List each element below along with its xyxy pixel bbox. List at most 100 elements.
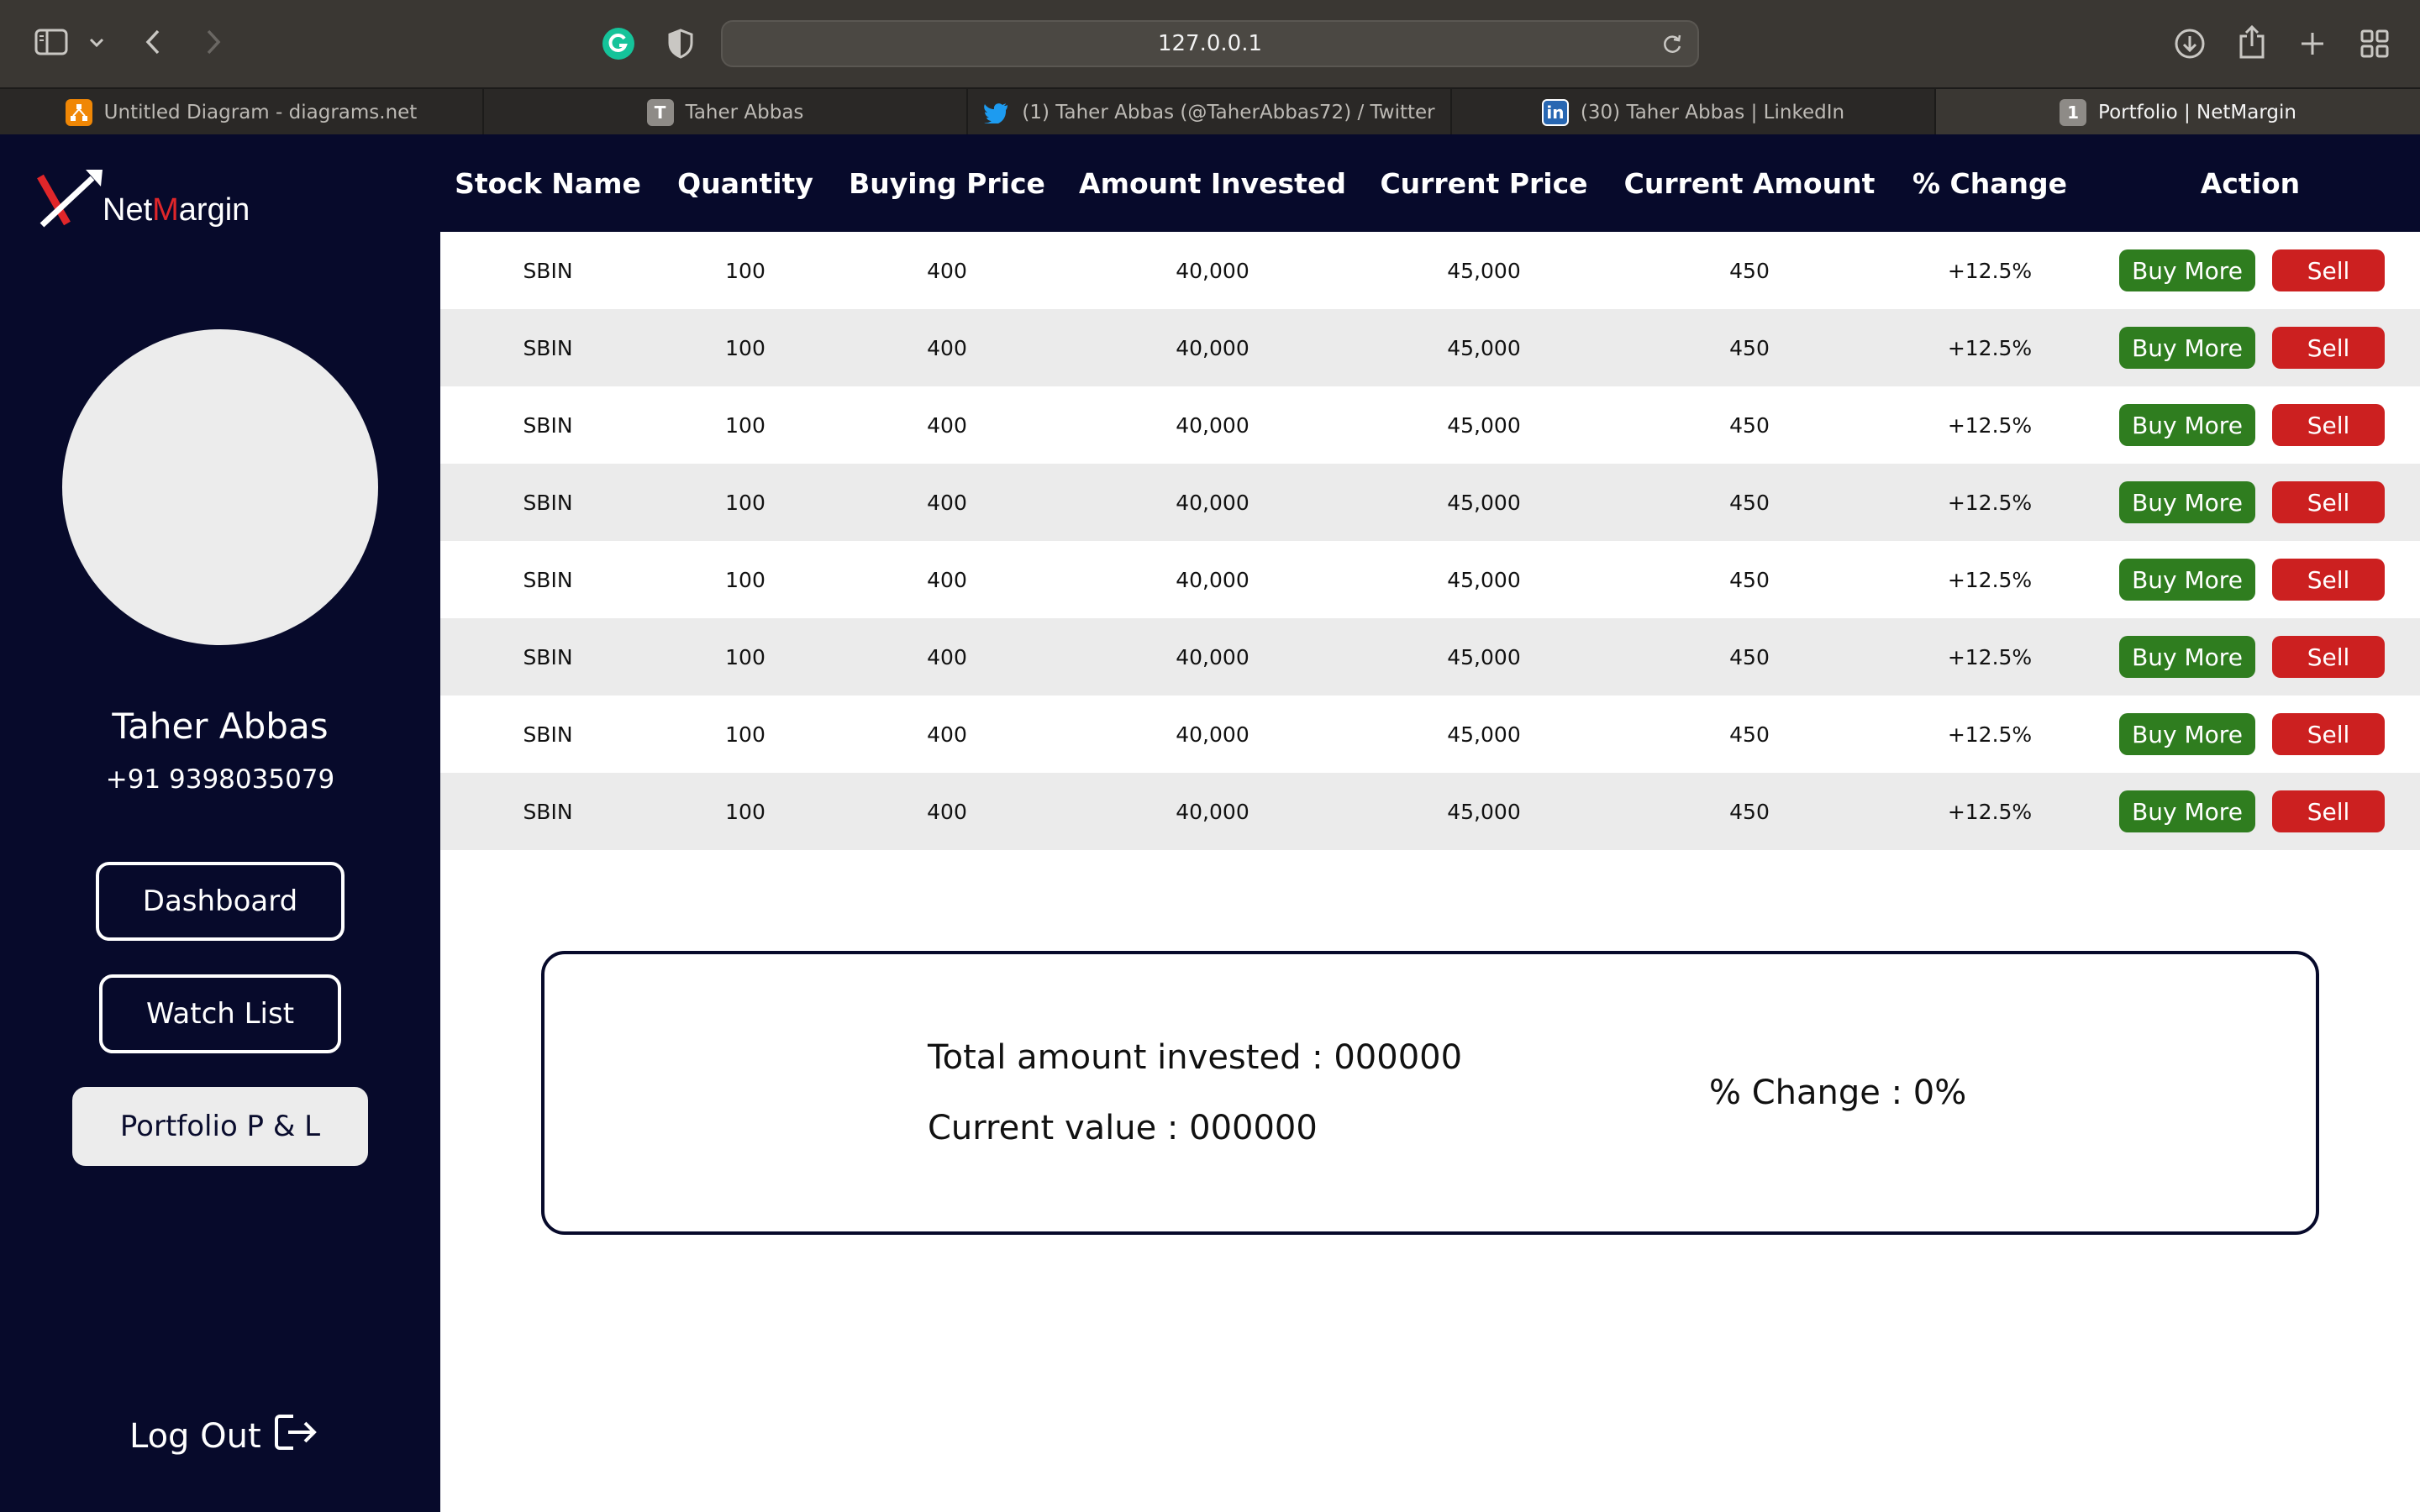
buy-more-button[interactable]: Buy More	[2119, 559, 2255, 601]
cell-current-amount: 450	[1729, 490, 1770, 515]
cell-quantity: 100	[725, 490, 765, 515]
cell-buying-price: 400	[927, 412, 967, 438]
cell-buying-price: 400	[927, 799, 967, 824]
tab-twitter[interactable]: (1) Taher Abbas (@TaherAbbas72) / Twitte…	[968, 89, 1452, 136]
header-buying-price: Buying Price	[849, 166, 1045, 200]
sell-button[interactable]: Sell	[2272, 559, 2385, 601]
address-bar[interactable]: 127.0.0.1	[721, 20, 1699, 67]
buy-more-button[interactable]: Buy More	[2119, 636, 2255, 678]
header-action: Action	[2200, 166, 2301, 200]
cell-buying-price: 400	[927, 644, 967, 669]
cell-amount-invested: 40,000	[1176, 412, 1249, 438]
tab-linkedin[interactable]: in (30) Taher Abbas | LinkedIn	[1452, 89, 1936, 136]
back-icon[interactable]	[138, 25, 168, 59]
tab-title: Taher Abbas	[685, 102, 804, 123]
buy-more-button[interactable]: Buy More	[2119, 713, 2255, 755]
diagrams-favicon-icon	[65, 99, 92, 126]
url-text: 127.0.0.1	[1157, 31, 1263, 56]
table-row: SBIN 100 400 40,000 45,000 450 +12.5% Buy More S…	[440, 618, 2420, 696]
shield-icon[interactable]	[664, 25, 697, 62]
header-quantity: Quantity	[677, 166, 813, 200]
chevron-down-icon[interactable]	[84, 30, 109, 55]
user-phone: +91 9398035079	[105, 764, 335, 795]
portfolio-pl-button[interactable]: Portfolio P & L	[72, 1087, 368, 1166]
buy-more-button[interactable]: Buy More	[2119, 790, 2255, 832]
cell-percent-change: +12.5%	[1947, 490, 2033, 515]
download-icon[interactable]	[2171, 25, 2208, 62]
grammarly-icon[interactable]	[600, 25, 637, 62]
cell-current-amount: 450	[1729, 644, 1770, 669]
cell-percent-change: +12.5%	[1947, 722, 2033, 747]
cell-quantity: 100	[725, 258, 765, 283]
table-row: SBIN 100 400 40,000 45,000 450 +12.5% Buy More S…	[440, 309, 2420, 386]
logo-text: NetMargin	[103, 192, 250, 228]
percent-change-text: % Change : 0%	[1709, 1074, 1967, 1112]
cell-current-amount: 450	[1729, 412, 1770, 438]
table-row: SBIN 100 400 40,000 45,000 450 +12.5% Buy More S…	[440, 541, 2420, 618]
sell-button[interactable]: Sell	[2272, 481, 2385, 523]
cell-percent-change: +12.5%	[1947, 799, 2033, 824]
holdings-table: SBIN 100 400 40,000 45,000 450 +12.5% Buy More S…	[440, 232, 2420, 850]
cell-current-price: 45,000	[1447, 490, 1521, 515]
share-icon[interactable]	[2233, 22, 2270, 62]
sell-button[interactable]: Sell	[2272, 790, 2385, 832]
cell-current-amount: 450	[1729, 258, 1770, 283]
cell-quantity: 100	[725, 722, 765, 747]
cell-percent-change: +12.5%	[1947, 644, 2033, 669]
cell-buying-price: 400	[927, 335, 967, 360]
buy-more-button[interactable]: Buy More	[2119, 404, 2255, 446]
tab-taher-abbas[interactable]: T Taher Abbas	[484, 89, 968, 136]
tab-title: (30) Taher Abbas | LinkedIn	[1580, 102, 1845, 123]
buy-more-button[interactable]: Buy More	[2119, 327, 2255, 369]
new-tab-icon[interactable]	[2294, 25, 2331, 62]
logout-icon	[273, 1411, 318, 1462]
number-1-favicon-icon: 1	[2060, 99, 2087, 126]
sell-button[interactable]: Sell	[2272, 636, 2385, 678]
twitter-bird-icon	[983, 99, 1010, 126]
tab-bar: Untitled Diagram - diagrams.net T Taher …	[0, 87, 2420, 136]
cell-stock-name: SBIN	[523, 644, 573, 669]
cell-percent-change: +12.5%	[1947, 335, 2033, 360]
linkedin-favicon-icon: in	[1541, 99, 1569, 126]
total-invested-text: Total amount invested : 000000	[928, 1038, 1463, 1077]
cell-quantity: 100	[725, 567, 765, 592]
buy-more-button[interactable]: Buy More	[2119, 481, 2255, 523]
current-value-text: Current value : 000000	[928, 1109, 1318, 1147]
tab-title: Portfolio | NetMargin	[2098, 102, 2296, 123]
dashboard-button[interactable]: Dashboard	[96, 862, 345, 941]
cell-amount-invested: 40,000	[1176, 722, 1249, 747]
tab-title: Untitled Diagram - diagrams.net	[103, 102, 418, 123]
cell-quantity: 100	[725, 412, 765, 438]
cell-stock-name: SBIN	[523, 258, 573, 283]
cell-current-price: 45,000	[1447, 335, 1521, 360]
sell-button[interactable]: Sell	[2272, 249, 2385, 291]
cell-current-price: 45,000	[1447, 644, 1521, 669]
sidebar-toggle-icon[interactable]	[32, 25, 71, 59]
tab-diagrams[interactable]: Untitled Diagram - diagrams.net	[0, 89, 484, 136]
sell-button[interactable]: Sell	[2272, 713, 2385, 755]
sell-button[interactable]: Sell	[2272, 327, 2385, 369]
cell-percent-change: +12.5%	[1947, 412, 2033, 438]
cell-current-amount: 450	[1729, 799, 1770, 824]
cell-buying-price: 400	[927, 258, 967, 283]
cell-quantity: 100	[725, 644, 765, 669]
tab-overview-icon[interactable]	[2356, 25, 2393, 62]
tab-portfolio[interactable]: 1 Portfolio | NetMargin	[1936, 89, 2420, 136]
table-row: SBIN 100 400 40,000 45,000 450 +12.5% Buy More S…	[440, 464, 2420, 541]
logout-button[interactable]: Log Out	[129, 1411, 318, 1462]
forward-icon[interactable]	[198, 25, 229, 59]
cell-amount-invested: 40,000	[1176, 490, 1249, 515]
netmargin-logo[interactable]: NetMargin	[37, 168, 250, 230]
buy-more-button[interactable]: Buy More	[2119, 249, 2255, 291]
reload-icon[interactable]	[1660, 32, 1684, 61]
tab-title: (1) Taher Abbas (@TaherAbbas72) / Twitte…	[1022, 102, 1435, 123]
watch-list-button[interactable]: Watch List	[99, 974, 341, 1053]
cell-quantity: 100	[725, 799, 765, 824]
table-row: SBIN 100 400 40,000 45,000 450 +12.5% Buy More S…	[440, 696, 2420, 773]
cell-stock-name: SBIN	[523, 490, 573, 515]
logo-arrow-icon	[37, 170, 103, 228]
table-header: Stock Name Quantity Buying Price Amount …	[440, 134, 2420, 232]
browser-toolbar: 127.0.0.1	[0, 0, 2420, 87]
sell-button[interactable]: Sell	[2272, 404, 2385, 446]
table-row: SBIN 100 400 40,000 45,000 450 +12.5% Buy More S…	[440, 773, 2420, 850]
